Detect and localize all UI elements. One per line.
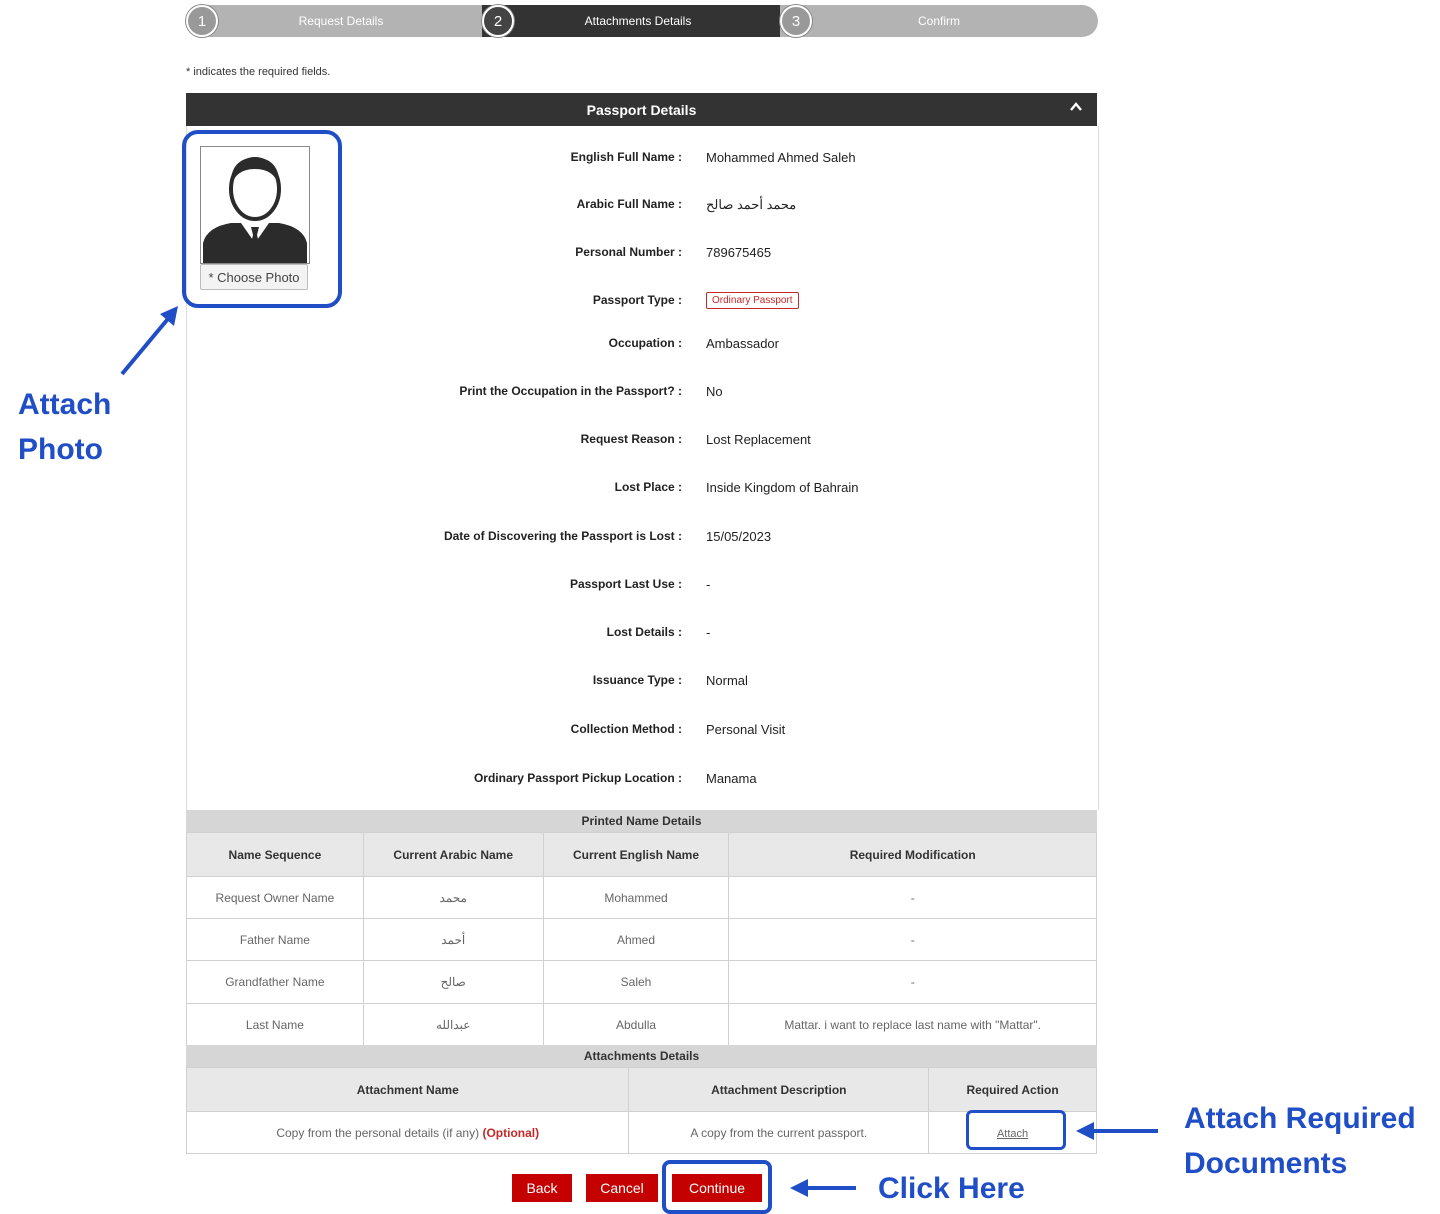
table-row: Last Name عبدالله Abdulla Mattar. i want…: [186, 1003, 1097, 1046]
table-row: Father Name أحمد Ahmed -: [186, 918, 1097, 961]
progress-stepper: Request Details Attachments Details Conf…: [186, 5, 1098, 37]
cancel-button[interactable]: Cancel: [586, 1174, 658, 1202]
attachment-name: Copy from the personal details (if any): [276, 1125, 480, 1140]
field-english-full-name: English Full Name : Mohammed Ahmed Saleh: [570, 150, 856, 165]
field-occupation: Occupation : Ambassador: [608, 336, 779, 351]
arrow-icon: [120, 306, 178, 376]
field-pickup-location: Ordinary Passport Pickup Location : Mana…: [473, 771, 757, 786]
field-lost-details: Lost Details : -: [606, 625, 711, 640]
field-passport-last-use: Passport Last Use : -: [569, 577, 711, 592]
annotation-attach-documents: Attach Required Documents: [1184, 1102, 1416, 1180]
attachments-details-title: Attachments Details: [186, 1045, 1097, 1067]
field-request-reason: Request Reason : Lost Replacement: [580, 432, 811, 447]
passport-details-header[interactable]: Passport Details: [186, 93, 1097, 126]
step-confirm: Confirm: [780, 5, 1098, 37]
arrow-left-icon: [790, 1179, 856, 1197]
table-header-row: Name Sequence Current Arabic Name Curren…: [186, 832, 1097, 877]
field-lost-place: Lost Place : Inside Kingdom of Bahrain: [614, 480, 859, 495]
field-arabic-full-name: Arabic Full Name : محمد أحمد صالح: [576, 197, 797, 212]
printed-name-details-title: Printed Name Details: [186, 810, 1097, 832]
step-number-2: 2: [482, 5, 514, 37]
step-attachments-details: Attachments Details: [482, 5, 794, 37]
back-button[interactable]: Back: [512, 1174, 572, 1202]
attachment-description: A copy from the current passport.: [628, 1111, 930, 1154]
step-request-details: Request Details: [186, 5, 496, 37]
table-row: Request Owner Name محمد Mohammed -: [186, 876, 1097, 919]
passport-type-badge: Ordinary Passport: [706, 292, 799, 309]
required-fields-note: * indicates the required fields.: [186, 66, 331, 78]
table-header-row: Attachment Name Attachment Description R…: [185, 1067, 1097, 1112]
attachments-table: Attachment Name Attachment Description R…: [185, 1067, 1097, 1154]
step-number-1: 1: [186, 5, 218, 37]
chevron-up-icon[interactable]: [1069, 100, 1083, 114]
step-number-3: 3: [780, 5, 812, 37]
annotation-click-here: Click Here: [878, 1172, 1025, 1205]
table-row: Grandfather Name صالح Saleh -: [186, 960, 1097, 1004]
field-collection-method: Collection Method : Personal Visit: [570, 722, 786, 737]
printed-names-table: Name Sequence Current Arabic Name Curren…: [186, 832, 1097, 1046]
continue-highlight-box: [662, 1160, 772, 1214]
annotation-attach-photo: Attach Photo: [18, 388, 112, 466]
table-row: Copy from the personal details (if any) …: [185, 1111, 1097, 1154]
attach-highlight-box: [966, 1110, 1066, 1150]
field-personal-number: Personal Number : 789675465: [575, 245, 772, 260]
optional-tag: (Optional): [482, 1125, 540, 1140]
field-passport-type: Passport Type : Ordinary Passport: [186, 291, 1097, 311]
arrow-left-icon: [1076, 1122, 1158, 1140]
field-date-discovering-lost: Date of Discovering the Passport is Lost…: [443, 529, 772, 544]
panel-title: Passport Details: [586, 101, 697, 118]
field-print-occupation: Print the Occupation in the Passport? : …: [459, 384, 723, 399]
field-issuance-type: Issuance Type : Normal: [592, 673, 748, 688]
